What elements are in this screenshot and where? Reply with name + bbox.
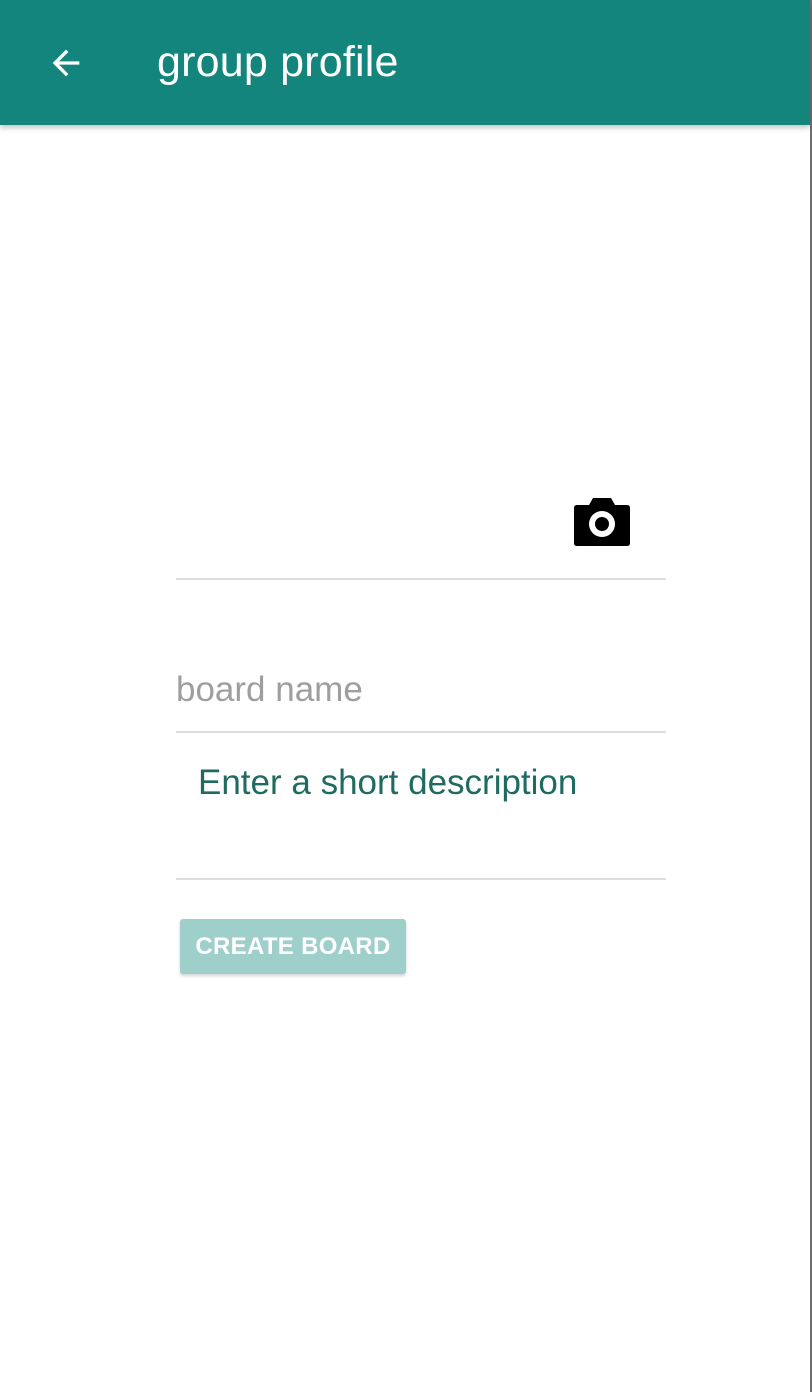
create-board-button[interactable]: CREATE BOARD [180,919,406,974]
board-name-field [176,660,666,733]
page-title: group profile [157,38,399,86]
group-profile-screen: group profile CREATE BOARD [0,0,812,1392]
board-name-input[interactable] [176,660,666,720]
camera-button[interactable] [574,498,630,546]
arrow-left-icon [52,49,80,77]
description-field [176,733,666,880]
app-bar: group profile [0,0,810,125]
description-input[interactable] [176,733,666,853]
camera-icon [574,498,630,546]
board-photo-area [176,420,666,580]
back-button[interactable] [34,31,98,95]
